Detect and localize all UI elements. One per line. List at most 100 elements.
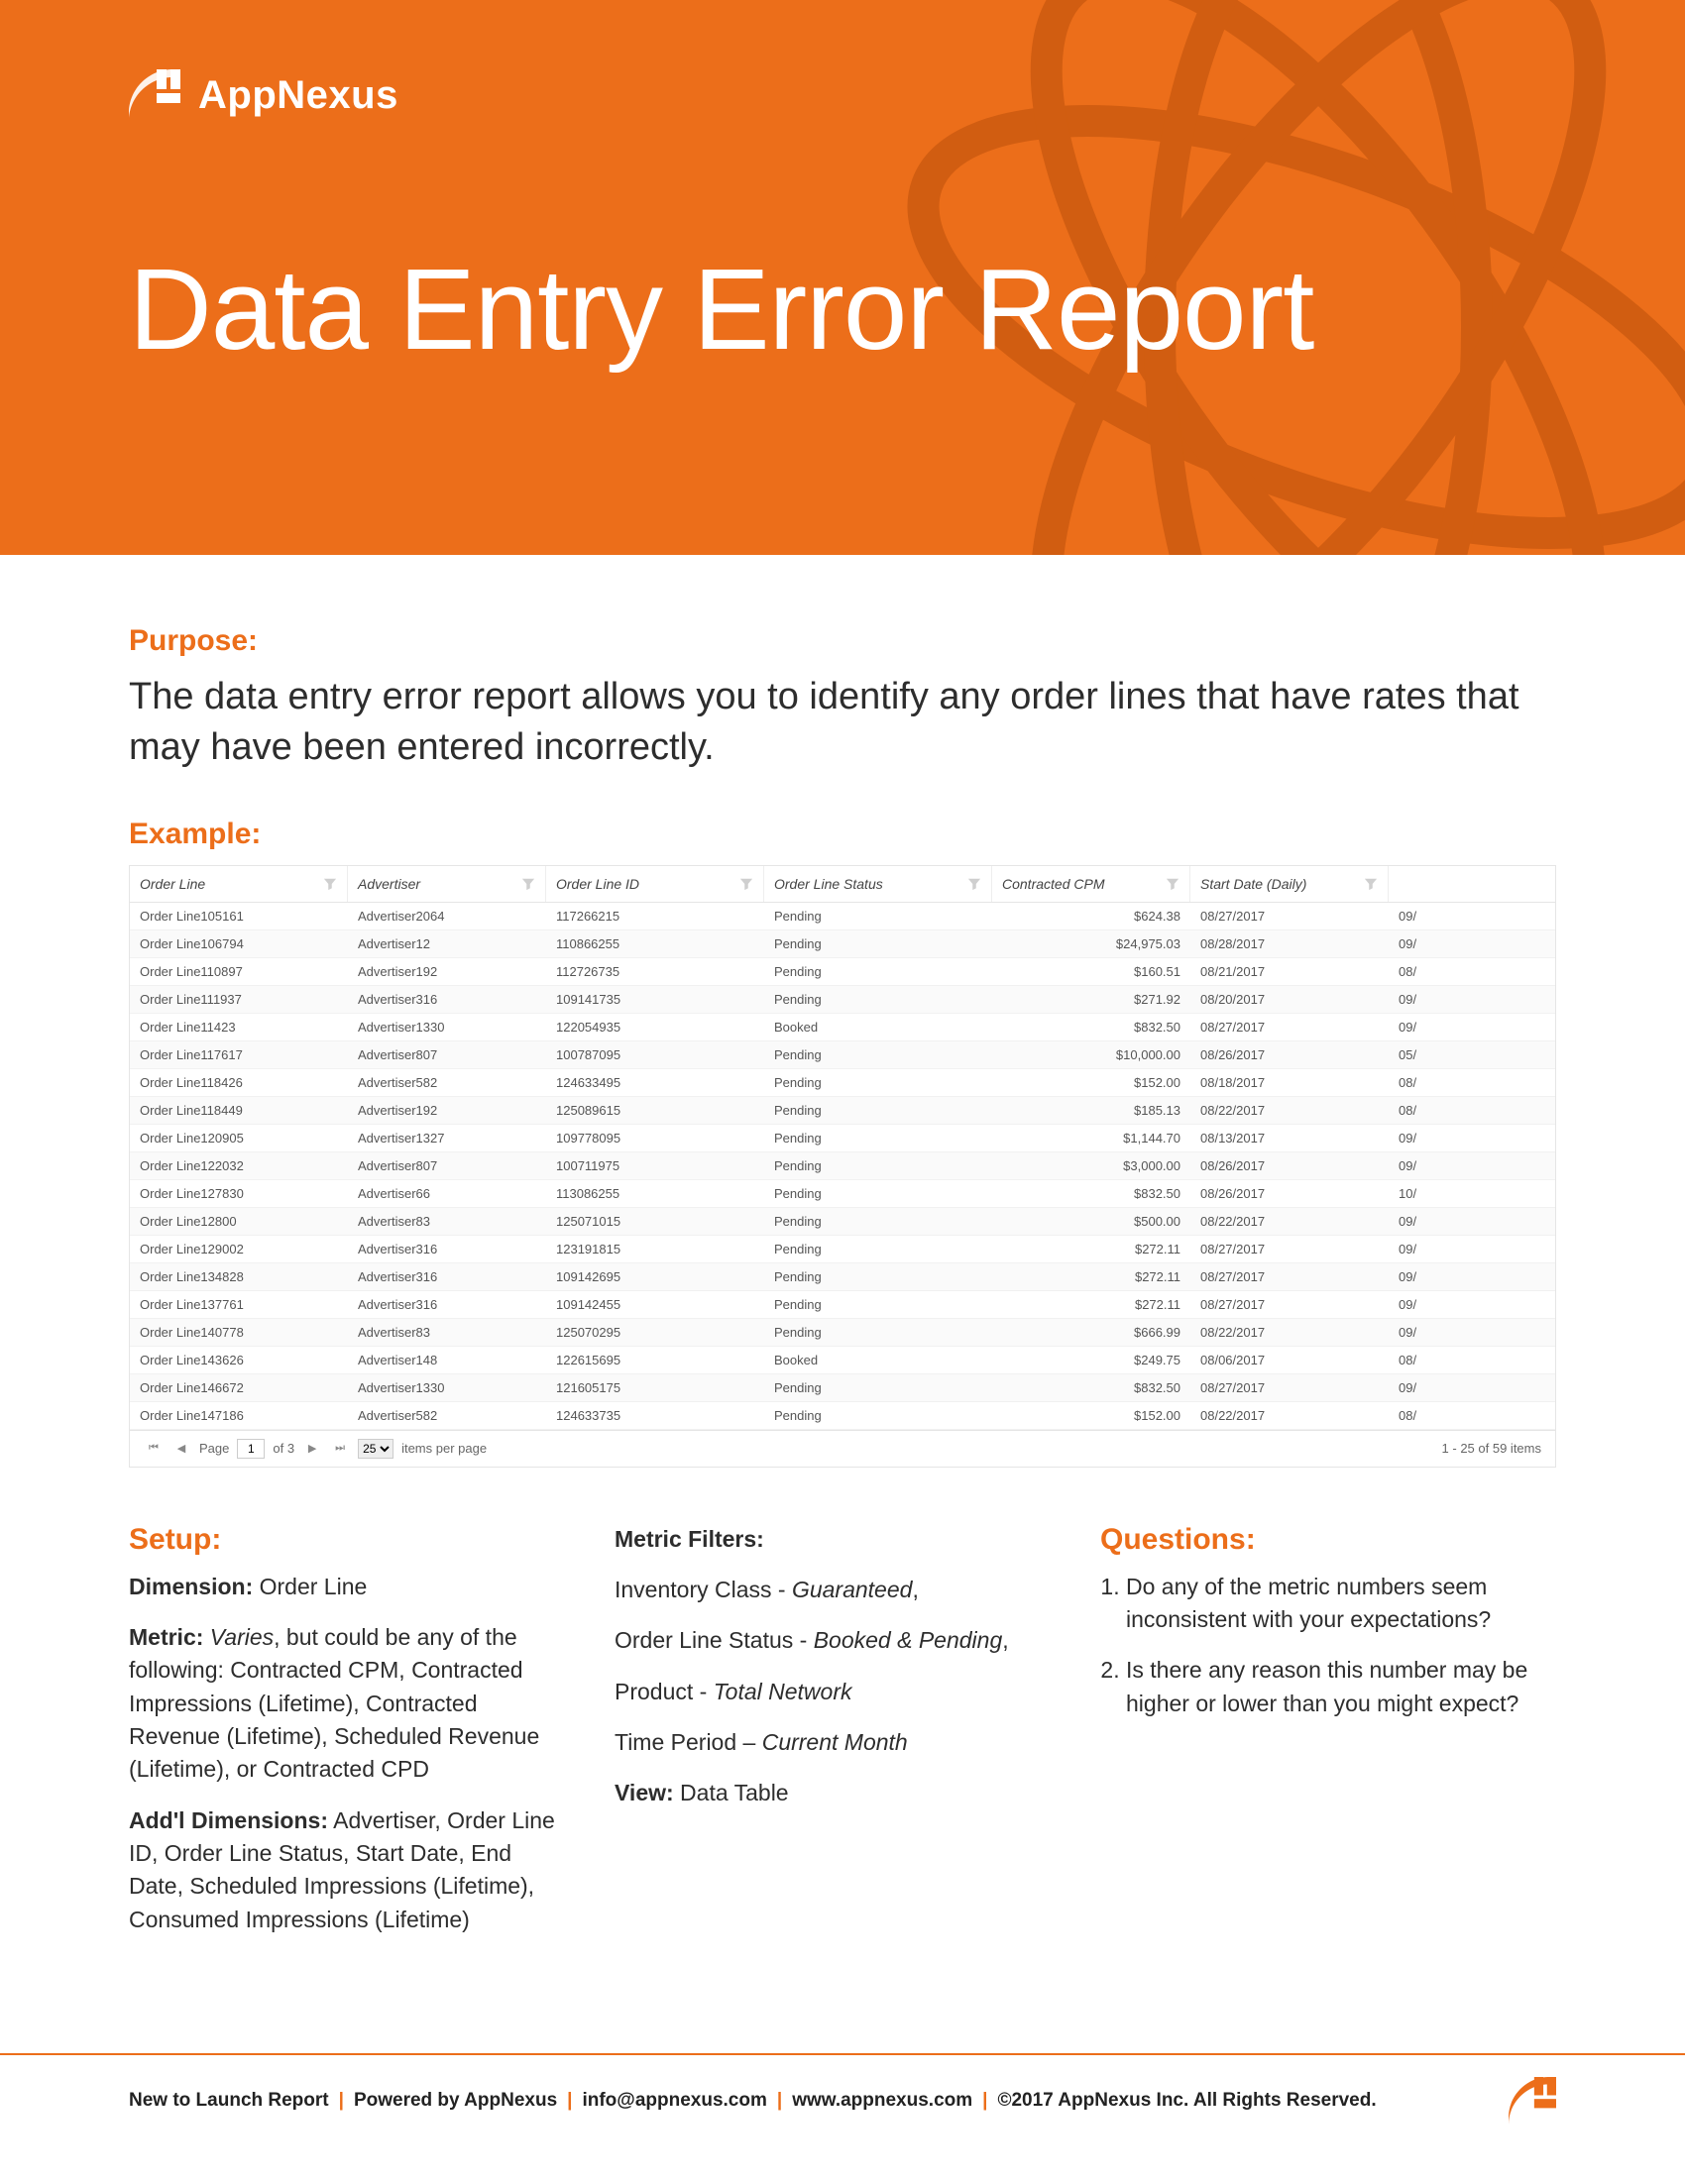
table-row[interactable]: Order Line147186Advertiser582124633735Pe… (130, 1402, 1555, 1430)
footer-part: New to Launch Report (129, 2090, 329, 2111)
table-cell: 08/27/2017 (1190, 1014, 1389, 1040)
pager-last-icon[interactable]: ⏭ (330, 1439, 350, 1459)
filters-column: Metric Filters: Inventory Class - Guaran… (615, 1523, 1051, 1954)
filter-icon[interactable] (739, 877, 753, 891)
table-cell: 08/13/2017 (1190, 1125, 1389, 1151)
table-cell: 08/06/2017 (1190, 1347, 1389, 1373)
hero-banner: AppNexus Data Entry Error Report (0, 0, 1685, 555)
table-cell: $832.50 (992, 1374, 1190, 1401)
table-row[interactable]: Order Line11423Advertiser1330122054935Bo… (130, 1014, 1555, 1041)
table-cell: 125070295 (546, 1319, 764, 1346)
table-cell: Pending (764, 1319, 992, 1346)
grid-column-header[interactable]: Start Date (Daily) (1190, 866, 1389, 902)
table-cell: 09/ (1389, 1152, 1468, 1179)
table-cell: 10/ (1389, 1180, 1468, 1207)
table-row[interactable]: Order Line110897Advertiser192112726735Pe… (130, 958, 1555, 986)
example-label: Example: (129, 818, 1556, 851)
table-cell: Order Line129002 (130, 1236, 348, 1262)
table-cell: Pending (764, 1097, 992, 1124)
grid-column-header[interactable]: Order Line Status (764, 866, 992, 902)
table-cell: 09/ (1389, 986, 1468, 1013)
table-cell: 117266215 (546, 903, 764, 929)
table-cell: Advertiser192 (348, 958, 546, 985)
table-cell: Pending (764, 1069, 992, 1096)
table-cell: 125071015 (546, 1208, 764, 1235)
grid-column-header[interactable]: Advertiser (348, 866, 546, 902)
table-row[interactable]: Order Line137761Advertiser316109142455Pe… (130, 1291, 1555, 1319)
purpose-text: The data entry error report allows you t… (129, 672, 1556, 774)
pager-next-icon[interactable]: ▶ (302, 1439, 322, 1459)
filter-icon[interactable] (1364, 877, 1378, 891)
table-cell: Advertiser1330 (348, 1014, 546, 1040)
table-row[interactable]: Order Line146672Advertiser1330121605175P… (130, 1374, 1555, 1402)
table-row[interactable]: Order Line12800Advertiser83125071015Pend… (130, 1208, 1555, 1236)
table-cell: Advertiser2064 (348, 903, 546, 929)
table-cell: $160.51 (992, 958, 1190, 985)
product-value: Total Network (714, 1679, 852, 1704)
metric-filters-label: Metric Filters: (615, 1523, 1051, 1556)
table-cell: 09/ (1389, 1125, 1468, 1151)
table-cell: Order Line110897 (130, 958, 348, 985)
pager-first-icon[interactable]: ⏮ (144, 1439, 164, 1459)
table-cell: Pending (764, 1125, 992, 1151)
table-cell: Advertiser316 (348, 1291, 546, 1318)
table-row[interactable]: Order Line118449Advertiser192125089615Pe… (130, 1097, 1555, 1125)
table-row[interactable]: Order Line111937Advertiser316109141735Pe… (130, 986, 1555, 1014)
filter-icon[interactable] (1166, 877, 1180, 891)
table-row[interactable]: Order Line105161Advertiser2064117266215P… (130, 903, 1555, 930)
table-cell: $666.99 (992, 1319, 1190, 1346)
table-cell: 08/27/2017 (1190, 1291, 1389, 1318)
questions-column: Questions: Do any of the metric numbers … (1100, 1523, 1576, 1954)
table-cell: $272.11 (992, 1291, 1190, 1318)
table-row[interactable]: Order Line106794Advertiser12110866255Pen… (130, 930, 1555, 958)
table-cell: $832.50 (992, 1180, 1190, 1207)
table-cell: 08/26/2017 (1190, 1180, 1389, 1207)
footer-separator: | (339, 2090, 344, 2111)
pager-prev-icon[interactable]: ◀ (171, 1439, 191, 1459)
table-cell: Order Line118426 (130, 1069, 348, 1096)
table-cell: $249.75 (992, 1347, 1190, 1373)
filter-icon[interactable] (521, 877, 535, 891)
table-cell: 08/ (1389, 1069, 1468, 1096)
table-cell: Order Line117617 (130, 1041, 348, 1068)
grid-column-header[interactable]: Contracted CPM (992, 866, 1190, 902)
table-cell: 125089615 (546, 1097, 764, 1124)
table-cell: Advertiser807 (348, 1152, 546, 1179)
filter-icon[interactable] (967, 877, 981, 891)
table-cell: Pending (764, 930, 992, 957)
table-row[interactable]: Order Line122032Advertiser807100711975Pe… (130, 1152, 1555, 1180)
pager-per-page-select[interactable]: 25 (358, 1439, 393, 1459)
table-cell: 08/28/2017 (1190, 930, 1389, 957)
table-cell: 08/ (1389, 1402, 1468, 1429)
questions-label: Questions: (1100, 1523, 1576, 1557)
table-row[interactable]: Order Line117617Advertiser807100787095Pe… (130, 1041, 1555, 1069)
table-row[interactable]: Order Line129002Advertiser316123191815Pe… (130, 1236, 1555, 1263)
grid-column-header[interactable] (1389, 866, 1468, 902)
table-cell: 109778095 (546, 1125, 764, 1151)
pager-page-input[interactable] (237, 1439, 265, 1459)
pager-of-label: of 3 (273, 1441, 294, 1456)
table-cell: Pending (764, 903, 992, 929)
table-row[interactable]: Order Line143626Advertiser148122615695Bo… (130, 1347, 1555, 1374)
table-row[interactable]: Order Line120905Advertiser1327109778095P… (130, 1125, 1555, 1152)
table-row[interactable]: Order Line134828Advertiser316109142695Pe… (130, 1263, 1555, 1291)
table-cell: 08/27/2017 (1190, 1374, 1389, 1401)
filter-icon[interactable] (323, 877, 337, 891)
table-row[interactable]: Order Line140778Advertiser83125070295Pen… (130, 1319, 1555, 1347)
table-cell: 08/26/2017 (1190, 1152, 1389, 1179)
table-cell: Pending (764, 986, 992, 1013)
grid-column-header[interactable]: Order Line ID (546, 866, 764, 902)
product-label: Product - (615, 1679, 714, 1704)
grid-pager: ⏮ ◀ Page of 3 ▶ ⏭ 25 items per page 1 - … (130, 1430, 1555, 1467)
grid-column-header[interactable]: Order Line (130, 866, 348, 902)
table-cell: Order Line143626 (130, 1347, 348, 1373)
footer-text: New to Launch Report|Powered by AppNexus… (129, 2090, 1377, 2112)
table-cell: Advertiser582 (348, 1069, 546, 1096)
table-cell: Pending (764, 1152, 992, 1179)
column-header-label: Order Line ID (556, 876, 639, 892)
table-row[interactable]: Order Line127830Advertiser66113086255Pen… (130, 1180, 1555, 1208)
table-cell: 122615695 (546, 1347, 764, 1373)
table-cell: $185.13 (992, 1097, 1190, 1124)
table-cell: 05/ (1389, 1041, 1468, 1068)
table-row[interactable]: Order Line118426Advertiser582124633495Pe… (130, 1069, 1555, 1097)
